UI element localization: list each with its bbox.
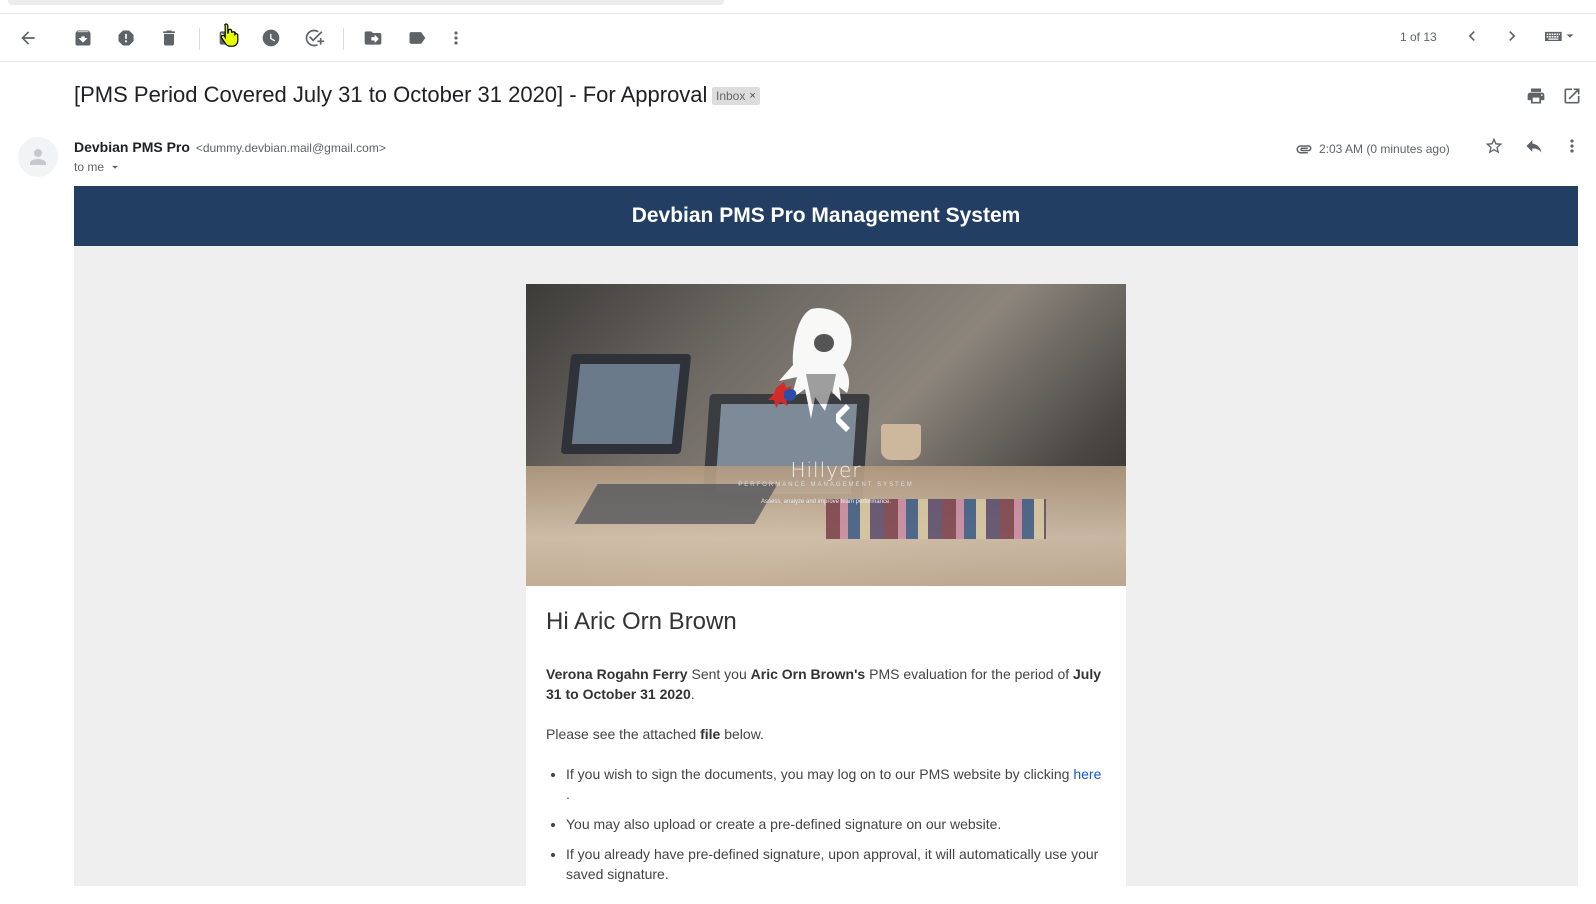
- label-icon[interactable]: [405, 26, 429, 50]
- list-item: If you wish to sign the documents, you m…: [566, 764, 1106, 804]
- sender-email: <dummy.devbian.mail@gmail.com>: [195, 141, 386, 155]
- print-icon[interactable]: [1526, 86, 1548, 108]
- add-task-icon[interactable]: [302, 26, 326, 50]
- sender-line: Devbian PMS Pro <dummy.devbian.mail@gmai…: [74, 139, 386, 155]
- list-item: You may also upload or create a pre-defi…: [566, 814, 1106, 834]
- email-banner: Devbian PMS Pro Management System: [74, 186, 1578, 246]
- search-bar-edge: [8, 0, 724, 5]
- email-body: Hillyer PERFORMANCE MANAGEMENT SYSTEM As…: [74, 246, 1578, 904]
- input-tools-icon[interactable]: [1540, 26, 1580, 50]
- sender-avatar[interactable]: [18, 137, 58, 177]
- colonel-logo-icon: [768, 308, 852, 432]
- attachment-paragraph: Please see the attached file below.: [546, 726, 764, 742]
- more-vertical-icon[interactable]: [444, 26, 468, 50]
- caret-down-icon[interactable]: [108, 160, 122, 174]
- here-link[interactable]: here: [1073, 766, 1101, 782]
- older-chevron-icon[interactable]: [1462, 26, 1486, 50]
- inbox-label-text: Inbox: [716, 89, 746, 103]
- hero-subtagline: Assess, analyze and improve team perform…: [760, 499, 892, 505]
- delete-icon[interactable]: [157, 26, 181, 50]
- intro-paragraph: Verona Rogahn Ferry Sent you Aric Orn Br…: [546, 666, 1102, 702]
- recipient-details[interactable]: to me: [74, 160, 122, 174]
- sender-name[interactable]: Devbian PMS Pro: [74, 139, 190, 155]
- recipient-text: to me: [74, 160, 105, 174]
- toolbar-divider: [343, 28, 344, 50]
- email-card: Hillyer PERFORMANCE MANAGEMENT SYSTEM As…: [526, 284, 1126, 904]
- hand-cursor-icon: [220, 23, 239, 47]
- hero-tagline: PERFORMANCE MANAGEMENT SYSTEM: [738, 482, 914, 488]
- person-icon: [30, 149, 46, 165]
- attachment-icon: [1296, 145, 1312, 154]
- star-icon[interactable]: [1484, 136, 1508, 160]
- open-new-window-icon[interactable]: [1562, 86, 1584, 108]
- message-meta: 2:03 AM (0 minutes ago): [1295, 140, 1450, 158]
- employee-name: Aric Orn Brown's: [750, 666, 866, 682]
- toolbar-divider: [199, 28, 200, 50]
- hero-brand: Hillyer: [790, 458, 862, 482]
- back-arrow-icon[interactable]: [16, 26, 40, 50]
- greeting: Hi Aric Orn Brown: [546, 608, 737, 635]
- newer-chevron-icon[interactable]: [1502, 26, 1526, 50]
- reply-icon[interactable]: [1524, 136, 1548, 160]
- report-spam-icon[interactable]: [114, 26, 138, 50]
- email-text: Hi Aric Orn Brown Verona Rogahn Ferry Se…: [526, 586, 1126, 884]
- remove-label-icon[interactable]: ×: [749, 87, 755, 105]
- message-more-icon[interactable]: [1562, 136, 1586, 160]
- move-to-icon[interactable]: [361, 26, 385, 50]
- archive-icon[interactable]: [71, 26, 95, 50]
- email-subject: [PMS Period Covered July 31 to October 3…: [74, 82, 708, 107]
- inbox-label-chip[interactable]: Inbox ×: [712, 87, 760, 105]
- evaluator-name: Verona Rogahn Ferry: [546, 666, 688, 682]
- hero-image: Hillyer PERFORMANCE MANAGEMENT SYSTEM As…: [526, 284, 1126, 586]
- snooze-icon[interactable]: [259, 26, 283, 50]
- list-item: If you already have pre-defined signatur…: [566, 844, 1106, 884]
- instruction-list: If you wish to sign the documents, you m…: [546, 764, 1106, 884]
- pager-count: 1 of 13: [1400, 30, 1437, 44]
- message-time: 2:03 AM (0 minutes ago): [1319, 142, 1450, 156]
